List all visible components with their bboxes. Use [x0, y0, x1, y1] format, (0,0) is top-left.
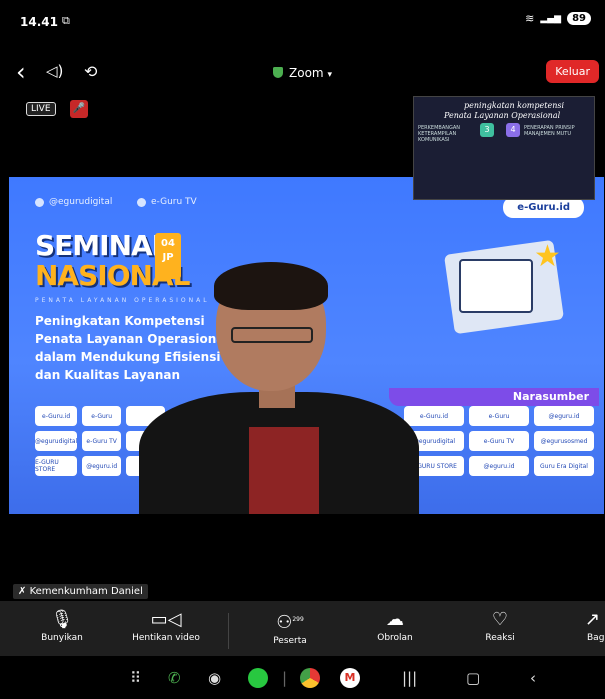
unmute-button[interactable]: 🎙 Bunyikan — [12, 609, 112, 643]
stop-video-label: Hentikan video — [132, 633, 200, 643]
video-camera-icon: ▭◁ — [150, 609, 182, 630]
screen-record-icon: ⧉ — [62, 14, 70, 27]
social-handle-right: e-Guru TV — [137, 197, 197, 207]
meeting-title[interactable]: Zoom ▾ — [0, 66, 605, 80]
social-left-label: @egurudigital — [49, 197, 113, 207]
logo-cell: @eguru.id — [82, 456, 122, 476]
tagline: PENATA LAYANAN OPERASIONAL — [35, 297, 210, 304]
battery-level: 89 — [567, 12, 591, 25]
logo-cell: @eguru.id — [469, 456, 529, 476]
thumbnail-col1: PERKEMBANGAN KETERAMPILAN KOMUNIKASI — [418, 125, 461, 143]
narasumber-label: Narasumber — [389, 388, 599, 406]
system-navbar: ⠿ ✆ ◉ | M ||| ▢ ‹ — [0, 656, 605, 699]
jp-badge: 04 JP — [155, 233, 181, 279]
muted-mic-icon: 🎤 — [70, 100, 88, 118]
youtube-icon — [137, 197, 146, 207]
chat-icon: ☁ — [386, 609, 404, 630]
logo-cell: e-Guru — [82, 406, 122, 426]
share-label: Bag — [587, 633, 605, 643]
social-handle-left: @egurudigital — [35, 197, 112, 207]
system-back-icon[interactable]: ‹ — [530, 669, 536, 687]
toolbar-divider — [228, 613, 229, 649]
microphone-muted-icon: 🎙 — [50, 609, 74, 630]
logo-cell: Guru Era Digital — [534, 456, 594, 476]
meeting-toolbar: 🎙 Bunyikan ▭◁ Hentikan video ⚇299 Pesert… — [0, 601, 605, 656]
thumbnail-num2: 4 — [506, 123, 520, 137]
site-pill: e-Guru.id — [503, 197, 584, 218]
status-time: 14.41 — [20, 15, 58, 29]
thumbnail-title-line2: Penata Layanan Operasional — [444, 111, 561, 120]
thumbnail-title: peningkatan kompetensi Penata Layanan Op… — [444, 101, 564, 121]
thumbnail-num1: 3 — [480, 123, 494, 137]
meeting-title-label: Zoom — [289, 66, 324, 80]
jp-label: JP — [162, 252, 174, 263]
chat-button[interactable]: ☁ Obrolan — [345, 609, 445, 643]
social-right-label: e-Guru TV — [151, 197, 197, 207]
live-badge: LIVE — [26, 102, 56, 116]
phone-icon[interactable]: ✆ — [168, 669, 181, 687]
logo-cell: e-Guru.id — [404, 406, 464, 426]
whatsapp-icon[interactable] — [248, 668, 268, 688]
logo-cell: E-GURU STORE — [35, 456, 78, 476]
apps-grid-icon[interactable]: ⠿ — [130, 669, 141, 687]
status-icons: ≋ ▂▄▆ 89 — [525, 12, 591, 25]
logo-cell: e-Guru TV — [82, 431, 122, 451]
camera-app-icon[interactable]: ◉ — [208, 669, 221, 687]
presenter-glasses — [231, 327, 313, 343]
logo-cell: e-Guru — [469, 406, 529, 426]
thumbnail-title-line1: peningkatan kompetensi — [464, 101, 565, 110]
taskbar-divider: | — [282, 669, 288, 687]
reactions-button[interactable]: ♡ Reaksi — [450, 609, 550, 643]
logo-cell: @eguru.id — [534, 406, 594, 426]
logo-cell: e-Guru TV — [469, 431, 529, 451]
logo-cell: e-Guru.id — [35, 406, 78, 426]
presenter-shirt — [249, 427, 319, 514]
participant-count: 299 — [292, 616, 304, 623]
wifi-icon: ≋ — [525, 12, 535, 25]
muted-mic-small-icon: ✗ — [18, 586, 27, 597]
participant-name: Kemenkumham Daniel — [29, 586, 143, 597]
star-icon: ★ — [534, 239, 561, 274]
unmute-label: Bunyikan — [41, 633, 83, 643]
thumbnail-col2: PENERAPAN PRINSIP MANAJEMEN MUTU — [524, 125, 575, 137]
participant-name-tag: ✗ Kemenkumham Daniel — [13, 584, 148, 599]
slide-description: Peningkatan Kompetensi Penata Layanan Op… — [35, 314, 229, 382]
presenter-hair — [214, 262, 328, 310]
chat-label: Obrolan — [377, 633, 413, 643]
laptop-screen — [459, 259, 533, 313]
logo-grid-right: e-Guru.id e-Guru @eguru.id @egurudigital… — [404, 406, 594, 476]
recent-apps-icon[interactable]: ||| — [402, 669, 417, 687]
leave-button[interactable]: Keluar — [546, 60, 599, 83]
share-icon: ↗ — [585, 609, 601, 630]
participants-icon: ⚇299 — [276, 612, 304, 633]
participants-button[interactable]: ⚇299 Peserta — [240, 609, 340, 646]
shared-video: @egurudigital e-Guru TV e-Guru.id SEMINA… — [9, 177, 604, 514]
instagram-icon — [35, 197, 44, 207]
chevron-down-icon: ▾ — [327, 70, 332, 80]
logo-cell: @egurusosmed — [534, 431, 594, 451]
share-button[interactable]: ↗ Bag — [555, 609, 605, 643]
signal-icon: ▂▄▆ — [540, 13, 562, 24]
chrome-icon[interactable] — [300, 668, 320, 688]
jp-number: 04 — [161, 238, 175, 249]
shield-icon — [273, 67, 284, 78]
logo-cell: @egurudigital — [35, 431, 78, 451]
stop-video-button[interactable]: ▭◁ Hentikan video — [116, 609, 216, 643]
reactions-label: Reaksi — [485, 633, 515, 643]
heart-icon: ♡ — [491, 609, 509, 630]
participants-label: Peserta — [273, 636, 307, 646]
home-icon[interactable]: ▢ — [466, 669, 480, 687]
heading-line-1: SEMINAR — [35, 229, 173, 262]
gmail-icon[interactable]: M — [340, 668, 360, 688]
shared-screen-thumbnail[interactable]: peningkatan kompetensi Penata Layanan Op… — [413, 96, 595, 200]
